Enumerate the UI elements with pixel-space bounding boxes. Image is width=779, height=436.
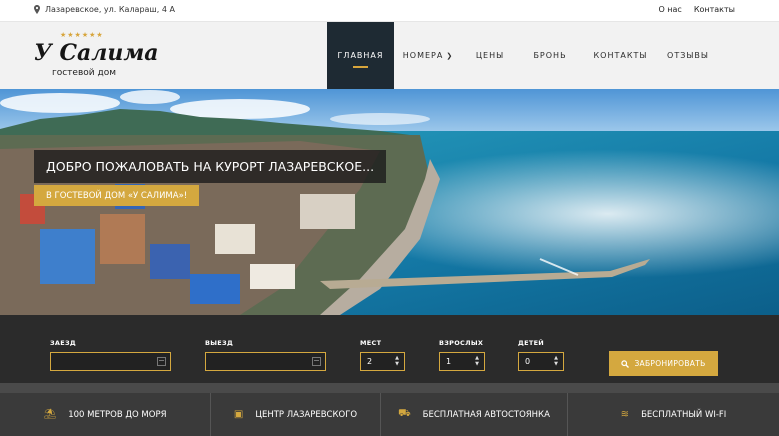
book-button-label: ЗАБРОНИРОВАТЬ xyxy=(634,359,706,368)
adults-field: ВЗРОСЛЫХ 1 ▲ ▼ xyxy=(439,339,485,371)
nav-prices-label: Цены xyxy=(475,51,505,60)
feature-item: ⛟ БЕСПЛАТНАЯ АВТОСТОЯНКА xyxy=(381,393,568,436)
spinner-arrows-icon[interactable]: ▲ ▼ xyxy=(475,355,479,367)
nav-item-reviews[interactable]: Отзывы xyxy=(659,22,717,89)
checkin-field: ЗАЕЗД xyxy=(50,339,171,371)
feature-label: ЦЕНТР ЛАЗАРЕВСКОГО xyxy=(255,409,358,420)
feature-label: БЕСПЛАТНЫЙ WI-FI xyxy=(641,409,727,420)
top-bar: Лазаревское, ул. Калараш, 4 А О нас Конт… xyxy=(0,0,779,22)
header: ★★★★★★ У Салима гостевой дом Главная Ном… xyxy=(0,22,779,89)
contacts-link[interactable]: Контакты xyxy=(694,5,735,14)
children-label: ДЕТЕЙ xyxy=(518,339,545,347)
feature-item: ≋ БЕСПЛАТНЫЙ WI-FI xyxy=(568,393,779,436)
hero-subtitle: В ГОСТЕВОЙ ДОМ «У САЛИМА»! xyxy=(34,185,200,206)
chevron-down-icon: ❯ xyxy=(446,51,454,60)
nav-item-home[interactable]: Главная xyxy=(327,22,394,89)
about-link[interactable]: О нас xyxy=(658,5,681,14)
checkin-input[interactable] xyxy=(50,352,171,371)
places-field: МЕСТ 2 ▲ ▼ xyxy=(360,339,405,371)
separator-strip xyxy=(0,383,779,393)
adults-label: ВЗРОСЛЫХ xyxy=(439,339,484,347)
checkin-label: ЗАЕЗД xyxy=(50,339,76,347)
children-value: 0 xyxy=(525,357,531,366)
calendar-icon[interactable] xyxy=(312,357,321,366)
nav-rooms-label: Номера xyxy=(402,51,444,60)
nav-home-label: Главная xyxy=(337,51,384,60)
nav-item-booking[interactable]: Бронь xyxy=(518,22,582,89)
search-icon xyxy=(621,359,630,368)
top-links: О нас Контакты xyxy=(658,5,735,14)
feature-item: ▣ ЦЕНТР ЛАЗАРЕВСКОГО xyxy=(211,393,381,436)
logo[interactable]: ★★★★★★ У Салима гостевой дом xyxy=(34,30,159,82)
rating-stars: ★★★★★★ xyxy=(60,31,104,39)
hero-title: ДОБРО ПОЖАЛОВАТЬ НА КУРОРТ ЛАЗАРЕВСКОЕ..… xyxy=(34,150,387,183)
nav-item-prices[interactable]: Цены xyxy=(462,22,518,89)
hero-banner: ДОБРО ПОЖАЛОВАТЬ НА КУРОРТ ЛАЗАРЕВСКОЕ..… xyxy=(0,89,779,315)
adults-select[interactable]: 1 ▲ ▼ xyxy=(439,352,485,371)
nav-item-contacts[interactable]: Контакты xyxy=(582,22,659,89)
adults-value: 1 xyxy=(446,357,452,366)
location-pin-icon xyxy=(34,5,40,14)
places-value: 2 xyxy=(367,357,373,366)
address-text: Лазаревское, ул. Калараш, 4 А xyxy=(45,5,175,14)
nav-reviews-label: Отзывы xyxy=(667,51,709,60)
wifi-icon: ≋ xyxy=(620,409,630,420)
calendar-icon[interactable] xyxy=(157,357,166,366)
places-select[interactable]: 2 ▲ ▼ xyxy=(360,352,405,371)
building-icon: ▣ xyxy=(233,409,244,420)
book-button[interactable]: ЗАБРОНИРОВАТЬ xyxy=(609,351,718,376)
spinner-arrows-icon[interactable]: ▲ ▼ xyxy=(554,355,558,367)
feature-label: БЕСПЛАТНАЯ АВТОСТОЯНКА xyxy=(422,409,550,420)
children-select[interactable]: 0 ▲ ▼ xyxy=(518,352,564,371)
children-field: ДЕТЕЙ 0 ▲ ▼ xyxy=(518,339,564,371)
nav-contacts-label: Контакты xyxy=(593,51,648,60)
beach-icon: ⛱ xyxy=(43,409,57,420)
main-nav: Главная Номера ❯ Цены Бронь Контакты Отзы… xyxy=(327,22,717,89)
checkout-field: ВЫЕЗД xyxy=(205,339,326,371)
logo-subtitle: гостевой дом xyxy=(52,68,117,78)
booking-form: ЗАЕЗД ВЫЕЗД МЕСТ 2 ▲ ▼ ВЗРОСЛЫХ 1 ▲ ▼ ДЕТЕЙ … xyxy=(0,315,779,383)
places-label: МЕСТ xyxy=(360,339,382,347)
car-icon: ⛟ xyxy=(398,408,411,419)
nav-booking-label: Бронь xyxy=(533,51,567,60)
checkout-input[interactable] xyxy=(205,352,326,371)
address: Лазаревское, ул. Калараш, 4 А xyxy=(34,5,175,14)
nav-item-rooms[interactable]: Номера ❯ xyxy=(394,22,462,89)
spinner-arrows-icon[interactable]: ▲ ▼ xyxy=(395,355,399,367)
feature-label: 100 МЕТРОВ ДО МОРЯ xyxy=(68,409,167,420)
logo-title: У Салима xyxy=(34,40,159,66)
checkout-label: ВЫЕЗД xyxy=(205,339,234,347)
features-bar: ⛱ 100 МЕТРОВ ДО МОРЯ ▣ ЦЕНТР ЛАЗАРЕВСКОГ… xyxy=(0,393,779,436)
feature-item: ⛱ 100 МЕТРОВ ДО МОРЯ xyxy=(0,393,211,436)
